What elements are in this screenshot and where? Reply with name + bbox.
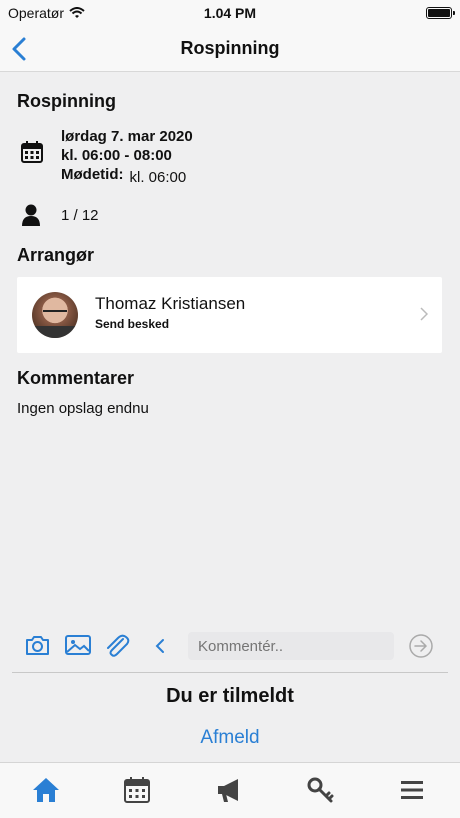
clock: 1.04 PM [203,5,257,21]
chevron-left-icon[interactable] [154,638,166,654]
event-time-lines: lørdag 7. mar 2020 kl. 06:00 - 08:00 Mød… [61,127,193,186]
participants-row: 1 / 12 [17,204,99,226]
event-time-range: kl. 06:00 - 08:00 [61,147,172,164]
tab-bar [0,762,460,818]
camera-icon[interactable] [25,634,50,656]
calendar-icon[interactable] [122,775,152,805]
page-title: Rospinning [180,38,280,58]
send-icon[interactable] [408,633,434,659]
paperclip-icon[interactable] [104,634,130,658]
event-date-block: lørdag 7. mar 2020 kl. 06:00 - 08:00 Mød… [17,127,437,187]
avatar [32,292,78,338]
meet-time-value: kl. 06:00 [129,169,187,186]
unsubscribe-button[interactable]: Afmeld [0,727,460,749]
event-date: lørdag 7. mar 2020 [61,128,193,145]
send-message-link[interactable]: Send besked [95,317,169,331]
signup-status: Du er tilmeldt [166,685,294,707]
navigation-bar: Rospinning [0,26,460,72]
status-bar: Operatør 1.04 PM [0,0,460,26]
key-icon[interactable] [305,775,335,805]
event-title: Rospinning [17,91,116,111]
comment-toolbar [0,628,460,664]
meet-time-label: Mødetid: [61,166,124,183]
no-comments-text: Ingen opslag endnu [17,400,149,417]
organizer-heading: Arrangør [17,245,95,265]
megaphone-icon[interactable] [214,775,244,805]
person-icon [22,204,40,226]
divider [12,672,448,673]
image-icon[interactable] [65,634,91,656]
calendar-icon [21,141,43,163]
menu-icon[interactable] [397,775,427,805]
organizer-name: Thomaz Kristiansen [95,294,246,313]
participant-count: 1 / 12 [61,206,99,224]
battery-icon [426,7,455,19]
comments-heading: Kommentarer [17,368,135,388]
home-icon[interactable] [31,775,61,805]
comment-input[interactable] [188,632,394,660]
chevron-right-icon [420,307,428,321]
organizer-card[interactable]: Thomaz Kristiansen Send besked [17,277,442,353]
